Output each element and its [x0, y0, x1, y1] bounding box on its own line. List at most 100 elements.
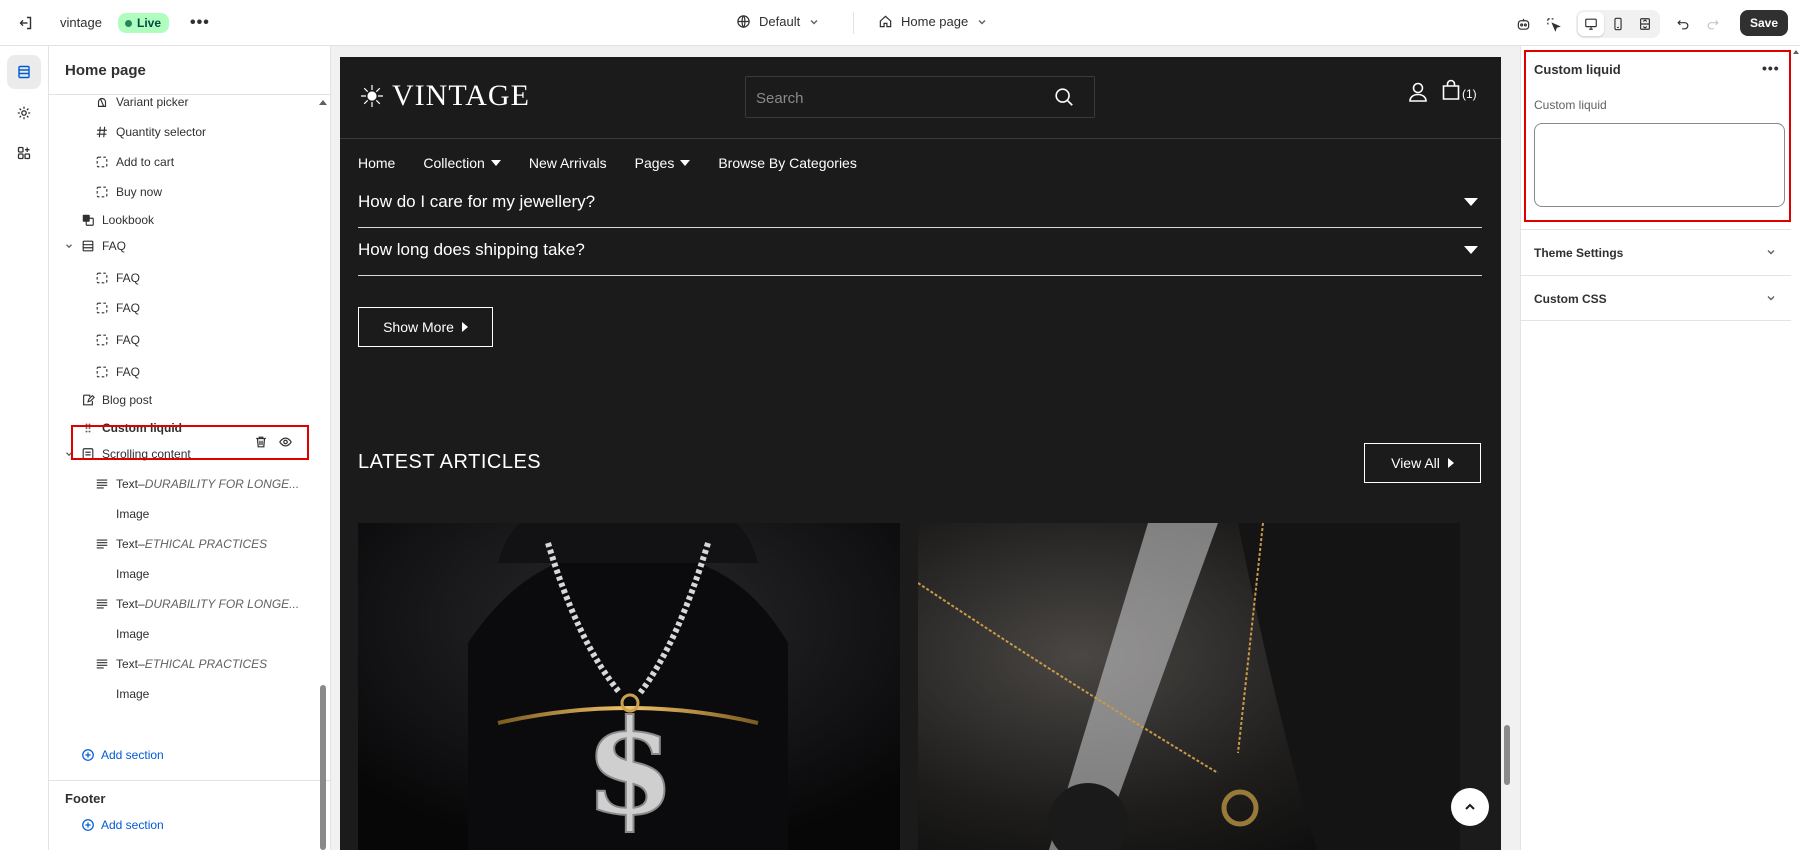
desktop-view-button[interactable]: [1578, 12, 1604, 36]
tree-item-image[interactable]: Image: [116, 620, 330, 648]
robot-icon: [1516, 17, 1531, 32]
tree-item-image[interactable]: Image: [116, 680, 330, 708]
tree-item-label: Add to cart: [116, 155, 175, 169]
plus-circle-icon: [81, 818, 95, 832]
nav-home[interactable]: Home: [358, 155, 395, 171]
sidebar-scrollbar[interactable]: [318, 100, 328, 850]
scrollbar-thumb[interactable]: [1504, 725, 1510, 785]
tree-item-faq[interactable]: FAQ: [94, 358, 330, 386]
section-icon: [80, 238, 96, 254]
tree-item-lookbook[interactable]: Lookbook: [80, 206, 330, 234]
tree-item-detail: DURABILITY FOR LONGE...: [144, 597, 300, 611]
add-section-label: Add section: [101, 818, 164, 832]
plus-circle-icon: [81, 748, 95, 762]
nav-label: Browse By Categories: [718, 155, 857, 171]
custom-liquid-textarea[interactable]: [1534, 123, 1785, 207]
caret-right-icon: [1447, 458, 1454, 468]
lookbook-icon: [80, 212, 96, 228]
scrollbar-thumb[interactable]: [320, 685, 326, 850]
panel-scrollbar[interactable]: [1791, 46, 1800, 850]
chevron-down-icon[interactable]: [63, 240, 75, 252]
blog-icon: [80, 392, 96, 408]
tree-item-text[interactable]: Text – DURABILITY FOR LONGE...: [94, 470, 330, 498]
divider: [853, 12, 854, 34]
search-icon[interactable]: [1053, 86, 1075, 108]
undo-button[interactable]: [1670, 11, 1696, 37]
tree-item-label: FAQ: [116, 271, 141, 285]
tree-item-detail: DURABILITY FOR LONGE...: [144, 477, 300, 491]
text-icon: [94, 536, 110, 552]
trash-icon[interactable]: [254, 435, 268, 449]
tree-item-faq-section[interactable]: FAQ: [66, 232, 330, 260]
cursor-select-icon: [1546, 17, 1561, 32]
tree-item-detail: ETHICAL PRACTICES: [144, 657, 268, 671]
faq-question: How do I care for my jewellery?: [358, 192, 596, 211]
tree-item-text[interactable]: Text – ETHICAL PRACTICES: [94, 650, 330, 678]
preview-scrollbar[interactable]: [1501, 50, 1513, 850]
logo-text: VINTAGE: [392, 79, 530, 112]
nav-browse-by-categories[interactable]: Browse By Categories: [718, 155, 857, 171]
user-icon[interactable]: [1408, 81, 1428, 103]
theme-selector[interactable]: Default: [736, 14, 820, 29]
page-label: Home page: [901, 14, 969, 29]
tree-item-add-to-cart[interactable]: Add to cart: [94, 148, 330, 176]
tree-item-faq[interactable]: FAQ: [94, 294, 330, 322]
block-icon: [94, 364, 110, 380]
eye-icon[interactable]: [278, 435, 293, 449]
footer-group-title: Footer: [65, 791, 106, 806]
show-more-button[interactable]: Show More: [358, 307, 493, 347]
tree-item-variant-picker[interactable]: Variant picker: [94, 88, 330, 116]
store-search-input[interactable]: [756, 87, 1036, 109]
more-actions-button[interactable]: •••: [190, 14, 210, 32]
accordion-theme-settings[interactable]: Theme Settings: [1521, 229, 1791, 275]
tree-item-text[interactable]: Text – DURABILITY FOR LONGE...: [94, 590, 330, 618]
scroll-up-arrow[interactable]: [319, 100, 327, 105]
tree-item-faq[interactable]: FAQ: [94, 326, 330, 354]
tree-item-blog-post[interactable]: Blog post: [80, 386, 330, 414]
faq-item[interactable]: How do I care for my jewellery?: [358, 180, 1482, 228]
sun-burst-icon: [360, 84, 384, 108]
apps-icon: [16, 145, 32, 161]
store-logo[interactable]: VINTAGE: [360, 79, 530, 113]
view-all-label: View All: [1391, 455, 1440, 471]
accordion-custom-css[interactable]: Custom CSS: [1521, 275, 1791, 321]
accessibility-button[interactable]: [1510, 11, 1536, 37]
nav-collection[interactable]: Collection: [423, 155, 501, 171]
fullscreen-view-button[interactable]: [1632, 12, 1658, 36]
cart-button[interactable]: (1): [1441, 79, 1477, 101]
inspector-button[interactable]: [1540, 11, 1566, 37]
tree-item-label: FAQ: [102, 239, 127, 253]
back-to-top-button[interactable]: [1451, 788, 1489, 826]
tree-item-text[interactable]: Text – ETHICAL PRACTICES: [94, 530, 330, 558]
caret-down-icon: [680, 160, 691, 166]
save-button[interactable]: Save: [1740, 10, 1788, 36]
article-image-gold-chain[interactable]: [918, 523, 1460, 850]
theme-settings-tab[interactable]: [7, 96, 41, 130]
app-embeds-tab[interactable]: [7, 136, 41, 170]
redo-button[interactable]: [1700, 11, 1726, 37]
faq-item[interactable]: How long does shipping take?: [358, 228, 1482, 276]
page-selector[interactable]: Home page: [878, 14, 988, 29]
mobile-view-button[interactable]: [1605, 12, 1631, 36]
panel-more-button[interactable]: •••: [1762, 60, 1780, 76]
nav-pages[interactable]: Pages: [635, 155, 691, 171]
exit-icon[interactable]: [18, 15, 34, 31]
tree-item-image[interactable]: Image: [116, 500, 330, 528]
sidebar-title: Home page: [65, 62, 146, 79]
add-section-button[interactable]: Add section: [81, 748, 164, 762]
tree-item-faq[interactable]: FAQ: [94, 264, 330, 292]
variant-icon: [94, 94, 110, 110]
view-all-button[interactable]: View All: [1364, 443, 1481, 483]
article-image-dollar-necklace[interactable]: $: [358, 523, 900, 850]
settings-panel: Custom liquid ••• Custom liquid Theme Se…: [1520, 46, 1800, 850]
tree-item-buy-now[interactable]: Buy now: [94, 178, 330, 206]
tree-item-quantity-selector[interactable]: Quantity selector: [94, 118, 330, 146]
caret-down-icon: [1464, 198, 1478, 206]
nav-new-arrivals[interactable]: New Arrivals: [529, 155, 607, 171]
sections-tab[interactable]: [7, 55, 41, 89]
footer-add-section-button[interactable]: Add section: [81, 818, 164, 832]
custom-liquid-field-label: Custom liquid: [1534, 98, 1607, 112]
tree-item-image[interactable]: Image: [116, 560, 330, 588]
scroll-up-arrow[interactable]: [1793, 50, 1799, 54]
tree-item-label: FAQ: [116, 333, 141, 347]
